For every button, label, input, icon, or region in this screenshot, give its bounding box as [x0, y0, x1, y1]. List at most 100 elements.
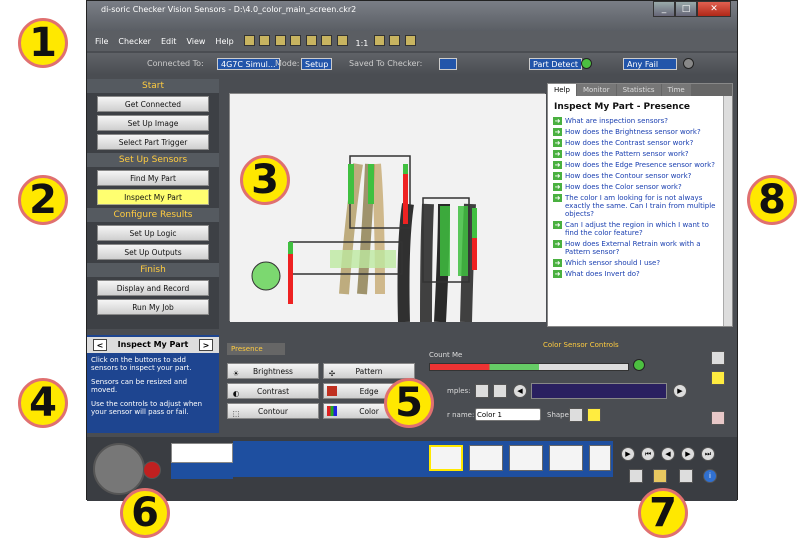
- step-forward-icon[interactable]: ▶: [681, 447, 695, 461]
- help-link[interactable]: ➜ How does the Edge Presence sensor work?: [548, 160, 732, 171]
- count-status-led: [633, 359, 645, 371]
- inspect-my-part-button[interactable]: Inspect My Part: [97, 189, 209, 205]
- help-link[interactable]: ➜ What are inspection sensors?: [548, 116, 732, 127]
- desc-line: Click on the buttons to add sensors to i…: [91, 356, 192, 372]
- filmstrip-thumbnail[interactable]: [429, 445, 463, 471]
- set-up-image-button[interactable]: Set Up Image: [97, 115, 209, 131]
- desc-line: Use the controls to adjust when your sen…: [91, 400, 203, 416]
- skip-end-icon[interactable]: ⏭: [701, 447, 715, 461]
- undo-icon[interactable]: [290, 34, 302, 46]
- set-up-outputs-button[interactable]: Set Up Outputs: [97, 244, 209, 260]
- remove-sample-icon[interactable]: [493, 384, 507, 398]
- new-file-icon[interactable]: [243, 34, 255, 46]
- help-scrollbar[interactable]: [723, 96, 732, 326]
- zoom-fit-icon[interactable]: [373, 34, 385, 46]
- trigger-dial[interactable]: [93, 443, 145, 495]
- record-button[interactable]: [143, 461, 161, 479]
- paste-icon[interactable]: [336, 34, 348, 46]
- filmstrip-thumbnail[interactable]: [469, 445, 503, 471]
- open-folder-icon[interactable]: [259, 34, 271, 46]
- menu-help[interactable]: Help: [215, 37, 233, 46]
- pattern-sensor-button[interactable]: ✣ Pattern: [323, 363, 415, 379]
- play-icon[interactable]: ▶: [621, 447, 635, 461]
- tab-statistics[interactable]: Statistics: [616, 84, 661, 96]
- delete-sensor-icon[interactable]: [711, 411, 725, 425]
- open-job-icon[interactable]: [653, 469, 667, 483]
- callout-2: 2: [18, 175, 68, 225]
- select-part-trigger-button[interactable]: Select Part Trigger: [97, 134, 209, 150]
- count-slider[interactable]: [429, 363, 629, 371]
- info-icon[interactable]: i: [703, 469, 717, 483]
- filmstrip-thumbnail[interactable]: [549, 445, 583, 471]
- camera-image-view[interactable]: [229, 93, 546, 323]
- sample-strip[interactable]: [531, 383, 667, 399]
- filmstrip-thumbnail[interactable]: [589, 445, 611, 471]
- find-my-part-button[interactable]: Find My Part: [97, 170, 209, 186]
- count-label: Count Me: [429, 351, 463, 359]
- arrow-right-icon: ➜: [553, 259, 562, 267]
- inspection-image[interactable]: [230, 94, 546, 323]
- grid-icon[interactable]: [711, 351, 725, 365]
- any-fail-led: [683, 58, 694, 69]
- pattern-icon: ✣: [328, 369, 336, 378]
- next-sample-icon[interactable]: ▶: [673, 384, 687, 398]
- help-link[interactable]: ➜ Which sensor should I use?: [548, 258, 732, 269]
- save-icon[interactable]: [274, 34, 286, 46]
- image-filmstrip[interactable]: [233, 441, 613, 477]
- callout-3: 3: [240, 155, 290, 205]
- zoom-out-icon[interactable]: [405, 34, 417, 46]
- filmstrip-thumbnail[interactable]: [509, 445, 543, 471]
- trigger-select[interactable]: [171, 443, 233, 463]
- tab-monitor[interactable]: Monitor: [576, 84, 616, 96]
- get-connected-button[interactable]: Get Connected: [97, 96, 209, 112]
- help-link[interactable]: ➜ Can I adjust the region in which I want…: [548, 220, 732, 239]
- pointer-icon[interactable]: [711, 371, 725, 385]
- skip-start-icon[interactable]: ⏮: [641, 447, 655, 461]
- menu-file[interactable]: File: [95, 37, 108, 46]
- tab-time[interactable]: Time: [661, 84, 691, 96]
- step-header: < Inspect My Part >: [87, 337, 219, 353]
- redo-icon[interactable]: [305, 34, 317, 46]
- help-link[interactable]: ➜ How does the Contrast sensor work?: [548, 138, 732, 149]
- display-and-record-button[interactable]: Display and Record: [97, 280, 209, 296]
- step-back-icon[interactable]: ◀: [661, 447, 675, 461]
- copy-icon[interactable]: [321, 34, 333, 46]
- help-link[interactable]: ➜ How does External Retrain work with a P…: [548, 239, 732, 258]
- part-detect-led: [581, 58, 592, 69]
- help-link[interactable]: ➜ How does the Brightness sensor work?: [548, 127, 732, 138]
- arrow-right-icon: ➜: [553, 240, 562, 248]
- zoom-one-to-one[interactable]: 1:1: [356, 39, 369, 48]
- close-button[interactable]: ✕: [697, 1, 731, 17]
- help-link[interactable]: ➜ How does the Pattern sensor work?: [548, 149, 732, 160]
- prev-step-button[interactable]: <: [93, 339, 107, 351]
- set-up-logic-button[interactable]: Set Up Logic: [97, 225, 209, 241]
- menu-view[interactable]: View: [186, 37, 205, 46]
- color-name-input[interactable]: [475, 408, 541, 421]
- help-link[interactable]: ➜ What does Invert do?: [548, 269, 732, 280]
- maximize-button[interactable]: □: [675, 1, 697, 17]
- menu-edit[interactable]: Edit: [161, 37, 177, 46]
- help-link[interactable]: ➜ How does the Color sensor work?: [548, 182, 732, 193]
- help-title: Inspect My Part - Presence: [554, 102, 691, 112]
- run-my-job-button[interactable]: Run My Job: [97, 299, 209, 315]
- help-link[interactable]: ➜ How does the Contour sensor work?: [548, 171, 732, 182]
- sun-icon: ☀: [232, 369, 240, 378]
- tab-help[interactable]: Help: [548, 84, 576, 96]
- brightness-sensor-button[interactable]: ☀ Brightness: [227, 363, 319, 379]
- minimize-button[interactable]: _: [653, 1, 675, 17]
- tab-presence[interactable]: Presence: [227, 343, 285, 355]
- menu-checker[interactable]: Checker: [118, 37, 151, 46]
- new-job-icon[interactable]: [629, 469, 643, 483]
- shape-circle-button[interactable]: [569, 408, 583, 422]
- zoom-in-icon[interactable]: [389, 34, 401, 46]
- window-title: di-soric Checker Vision Sensors - D:\4.0…: [101, 5, 357, 14]
- prev-sample-icon[interactable]: ◀: [513, 384, 527, 398]
- next-step-button[interactable]: >: [199, 339, 213, 351]
- help-link[interactable]: ➜ The color I am looking for is not alway…: [548, 193, 732, 220]
- section-title: Finish: [87, 263, 219, 277]
- add-sample-icon[interactable]: [475, 384, 489, 398]
- shape-square-button[interactable]: [587, 408, 601, 422]
- contrast-sensor-button[interactable]: ◐ Contrast: [227, 383, 319, 399]
- contour-sensor-button[interactable]: ⬚ Contour: [227, 403, 319, 419]
- save-job-icon[interactable]: [679, 469, 693, 483]
